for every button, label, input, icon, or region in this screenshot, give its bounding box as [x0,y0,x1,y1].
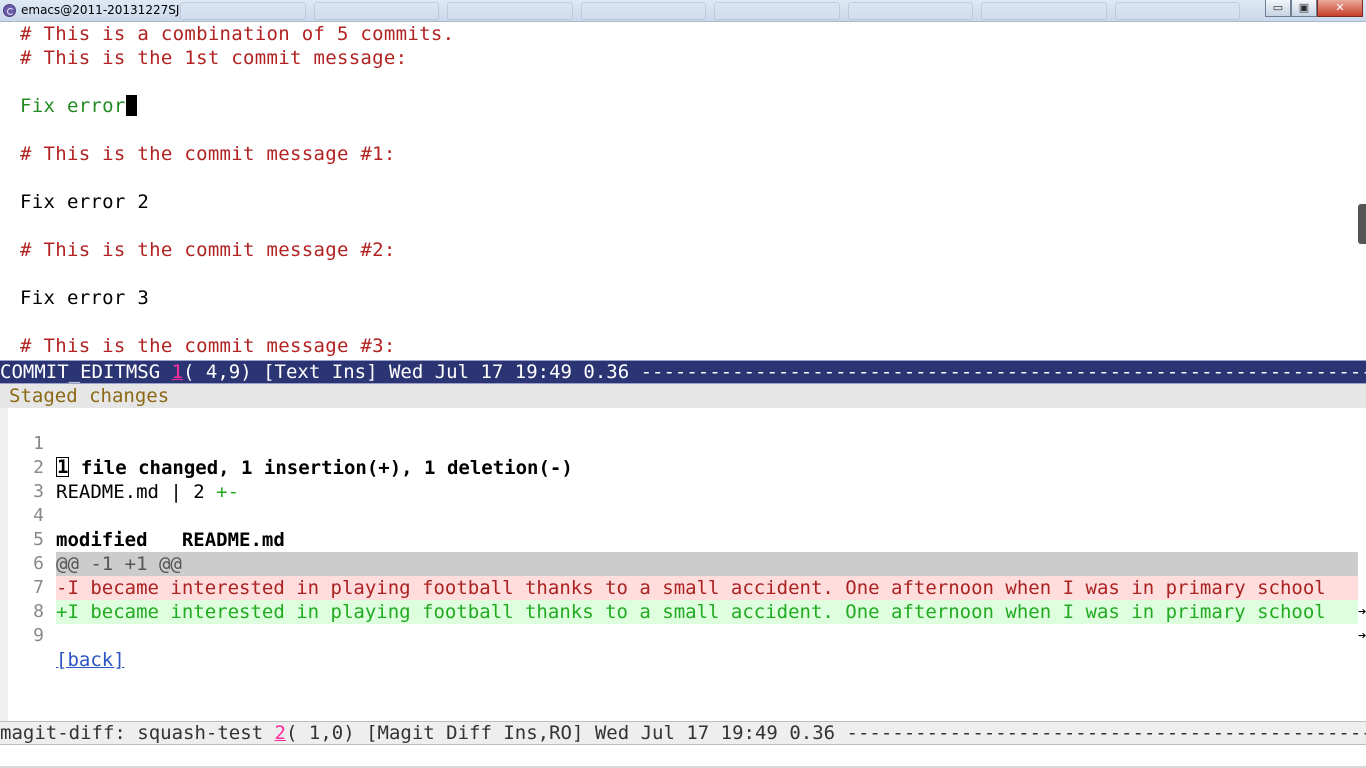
mode-line-fill: ----------------------------------------… [640,361,1366,383]
background-tab [714,2,840,20]
hunk-header-row[interactable]: 5 @@ -1 +1 @@ [0,504,1366,576]
diff-removed-row[interactable]: 6 -I became interested in playing footba… [0,528,1366,620]
background-tab [313,2,439,20]
background-taskbar-tabs [180,2,1240,20]
magit-diff-buffer[interactable]: Staged changes 1 1 file changed, 1 inser… [0,384,1366,721]
editor-line: Fix error 3 [20,287,150,309]
line-number: 9 [33,625,44,646]
section-heading-staged-changes[interactable]: Staged changes [0,384,1366,408]
mode-line-fill: ----------------------------------------… [846,722,1366,744]
editor-line: Fix error 2 [20,191,150,213]
editor-line: # This is the 1st commit message: [20,47,408,69]
window-controls: ▭ ▣ ✕ [1265,0,1363,18]
back-link-row[interactable]: 9 [back] [0,600,1366,671]
emacs-icon [3,4,16,17]
scrollbar-thumb[interactable] [1358,204,1366,244]
editor-line: # This is a combination of 5 commits. [20,23,455,45]
background-tab [447,2,573,20]
editor-line: # This is the commit message #3: [20,335,396,357]
mode-line-magit-diff[interactable]: magit-diff: squash-test 2( 1,0) [Magit D… [0,721,1366,745]
mode-line-status: ( 4,9) [Text Ins] Wed Jul 17 19:49 0.36 [183,361,641,383]
background-tab [1114,2,1240,20]
background-tab [981,2,1107,20]
blank-row: 3 [0,456,1366,502]
mode-line-window-number: 1 [171,361,184,383]
minibuffer[interactable] [0,745,1366,768]
diff-stat-file-row[interactable]: 2 README.md | 2 +- [0,432,1366,503]
maximize-button[interactable]: ▣ [1291,0,1317,17]
background-tab [580,2,706,20]
editor-line: # This is the commit message #2: [20,239,396,261]
commit-message-editor[interactable]: # This is a combination of 5 commits. # … [0,22,1366,360]
diff-stat-row[interactable]: 1 1 file changed, 1 insertion(+), 1 dele… [0,408,1366,479]
window-title-bar: emacs@2011-20131227SJ ▭ ▣ ✕ [0,0,1366,22]
text-cursor [125,95,137,116]
blank-row: 8 [0,576,1366,622]
file-header-row[interactable]: 4 modified README.md [0,480,1366,551]
mode-line-buffer-name[interactable]: magit-diff: squash-test [0,722,275,744]
mode-line-status: ( 1,0) [Magit Diff Ins,RO] Wed Jul 17 19… [286,722,847,744]
commit-summary-line[interactable]: Fix error [20,94,454,118]
mode-line-commit-editmsg[interactable]: COMMIT_EDITMSG 1( 4,9) [Text Ins] Wed Ju… [0,360,1366,384]
back-link[interactable]: [back] [56,649,125,671]
mode-line-buffer-name[interactable]: COMMIT_EDITMSG [0,361,172,383]
background-tab [180,2,306,20]
background-tab [847,2,973,20]
truncation-arrow-icon: ➔ [1358,628,1366,644]
editor-text-area[interactable]: # This is a combination of 5 commits. # … [20,22,454,358]
mode-line-window-number: 2 [274,722,286,744]
editor-line: # This is the commit message #1: [20,143,396,165]
close-button[interactable]: ✕ [1317,0,1363,17]
window-title: emacs@2011-20131227SJ [21,3,180,17]
minimize-button[interactable]: ▭ [1265,0,1291,17]
commit-summary-text: Fix error [20,95,126,117]
diff-added-row[interactable]: 7 +I became interested in playing footba… [0,552,1366,644]
